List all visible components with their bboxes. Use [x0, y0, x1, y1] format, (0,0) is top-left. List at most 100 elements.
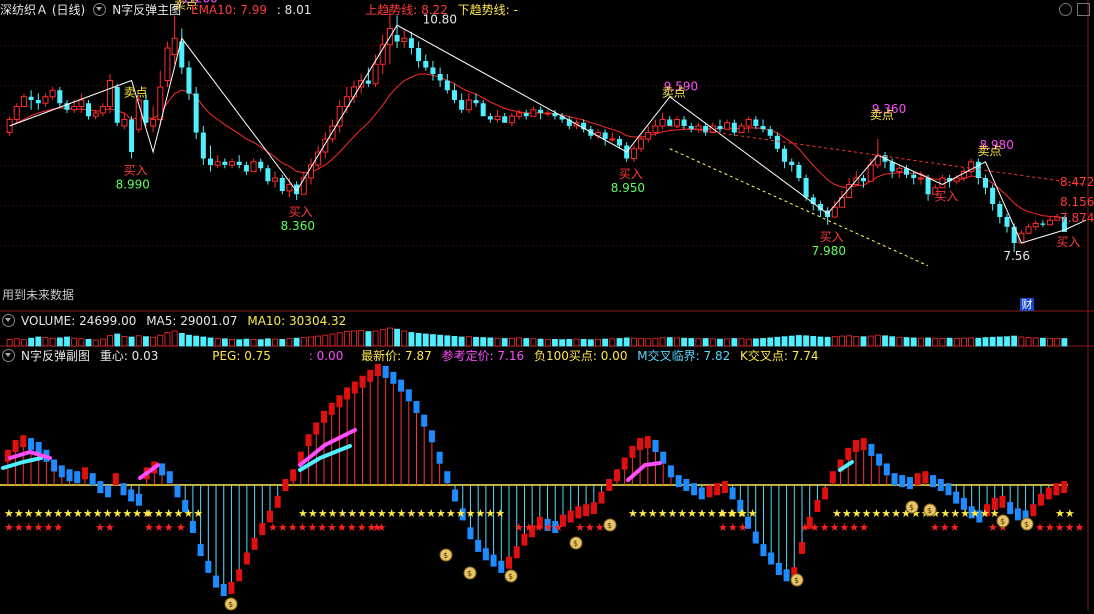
osc-block-119	[922, 471, 929, 484]
candle-body-11	[86, 103, 92, 117]
osc-block-86	[667, 465, 674, 478]
volume-bar-136	[982, 337, 989, 347]
osc-block-31	[243, 552, 250, 565]
future-data-notice: 用到未来数据	[2, 288, 75, 302]
volume-bar-84	[609, 338, 616, 347]
candle-body-64	[465, 99, 472, 111]
volume-bar-91	[659, 337, 666, 347]
money-bag-symbol-8: $	[927, 506, 932, 515]
volume-bar-20	[150, 336, 157, 347]
volume-bar-127	[917, 337, 924, 347]
volume-bar-141	[1018, 336, 1025, 347]
volume-bar-123	[889, 336, 896, 347]
osc-block-50	[390, 371, 397, 384]
osc-block-33	[259, 523, 266, 536]
price-label-14: 买入	[289, 205, 313, 219]
candle-body-33	[243, 165, 249, 172]
candle-body-124	[896, 167, 903, 172]
volume-bar-38	[279, 338, 286, 347]
volume-bar-36	[265, 338, 271, 347]
osc-block-89	[691, 483, 698, 496]
volume-bar-35	[257, 339, 264, 347]
osc-block-77	[598, 491, 605, 504]
volume-bar-42	[308, 336, 314, 347]
price-label-20: 买入	[934, 190, 958, 204]
candle-body-50	[365, 80, 371, 84]
osc-block-88	[683, 479, 690, 491]
price-label-17: 8.950	[611, 181, 645, 195]
candle-body-143	[1032, 223, 1039, 228]
candle-body-70	[508, 115, 515, 124]
volume-bar-66	[480, 337, 487, 347]
osc-block-120	[930, 475, 937, 488]
osc-block-58	[452, 489, 459, 502]
red-stars-6: ★★★★★	[514, 521, 563, 534]
volume-bar-41	[300, 337, 307, 347]
candle-body-62	[451, 90, 457, 100]
volume-bar-96	[695, 338, 702, 347]
candle-body-136	[982, 178, 988, 188]
volume-bar-12	[92, 339, 99, 347]
osc-block-15	[120, 483, 127, 496]
osc-block-133	[1030, 504, 1037, 517]
volume-bar-44	[322, 334, 329, 347]
candle-body-109	[789, 161, 795, 165]
osc-block-36	[282, 479, 289, 491]
osc-block-30	[236, 569, 243, 582]
candle-body-10	[78, 99, 85, 107]
sub-title[interactable]: N字反弹副图	[21, 349, 90, 363]
candle-body-22	[164, 47, 171, 81]
candle-body-127	[917, 177, 924, 180]
osc-block-134	[1038, 493, 1045, 506]
finance-badge[interactable]: 财	[1020, 298, 1034, 311]
osc-block-137	[1061, 481, 1068, 494]
sub-selector-icon[interactable]	[2, 349, 15, 362]
volume-bar-8	[64, 336, 70, 347]
indicator-selector-icon[interactable]	[93, 3, 107, 16]
candle-body-16	[121, 119, 128, 127]
osc-block-79	[613, 469, 620, 482]
candle-body-60	[437, 74, 443, 81]
osc-block-87	[675, 475, 682, 488]
osc-block-10	[81, 467, 88, 480]
candle-body-123	[889, 161, 895, 172]
money-bag-symbol-1: $	[443, 551, 448, 560]
volume-bar-110	[796, 335, 802, 347]
volume-bar-80	[580, 338, 587, 347]
volume-bar-128	[925, 337, 931, 347]
osc-block-24	[189, 521, 196, 533]
osc-block-7	[58, 465, 65, 478]
volume-bar-19	[143, 336, 149, 347]
candle-body-90	[652, 125, 659, 133]
volume-bar-111	[803, 335, 809, 347]
refresh-icon[interactable]	[1059, 3, 1072, 16]
volume-bar-26	[193, 335, 200, 347]
volume-readout[interactable]: VOLUME: 24699.00	[21, 314, 136, 328]
osc-block-45	[351, 381, 358, 394]
money-bag-symbol-6: $	[794, 576, 799, 585]
m-cross: M交叉临界: 7.82	[637, 349, 731, 363]
volume-bar-11	[85, 338, 92, 347]
down-trend-readout: 下趋势线: -	[457, 3, 518, 17]
osc-block-100	[775, 563, 782, 575]
indicator-name[interactable]: N字反弹主图	[112, 3, 181, 17]
osc-block-101	[783, 569, 790, 582]
osc-block-57	[444, 471, 451, 484]
volume-bar-67	[487, 337, 494, 347]
volume-bar-3	[28, 337, 35, 347]
window-toggle-icon[interactable]	[1077, 3, 1090, 16]
candle-body-4	[35, 100, 41, 104]
stock-name[interactable]: 深纺织Ａ (日线)	[0, 3, 85, 17]
price-label-9: 卖点	[870, 108, 894, 122]
price-label-0: 卖点	[124, 85, 148, 99]
osc-block-82	[637, 438, 644, 451]
candle-body-34	[250, 161, 257, 172]
ema10-line	[9, 73, 1065, 220]
volume-selector-icon[interactable]	[2, 314, 15, 327]
red-stars-3: ★	[176, 521, 186, 534]
yellow-stars-0: ★★★★★★★★★★★★★★★	[4, 507, 152, 520]
candle-body-85	[617, 139, 623, 146]
volume-bar-108	[781, 336, 788, 347]
osc-block-55	[428, 430, 435, 443]
volume-bar-23	[171, 330, 178, 347]
